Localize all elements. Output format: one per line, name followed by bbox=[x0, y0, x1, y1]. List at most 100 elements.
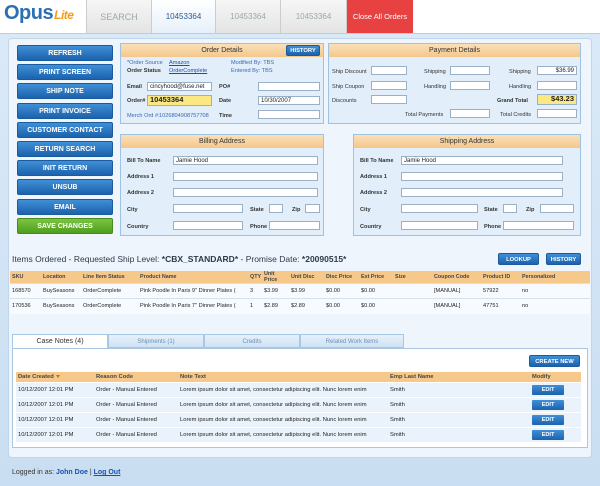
grand-total-field[interactable]: $43.23 bbox=[537, 94, 577, 105]
close-all-orders-button[interactable]: Close All Orders bbox=[346, 0, 413, 33]
date-field[interactable]: 10/30/2007 bbox=[258, 96, 320, 105]
table-row[interactable]: 10/12/2007 12:01 PM Order - Manual Enter… bbox=[16, 396, 581, 412]
shipping-zip-field[interactable] bbox=[540, 204, 574, 213]
shipping-country-field[interactable] bbox=[401, 221, 478, 230]
billing-state-field[interactable] bbox=[269, 204, 283, 213]
billing-address1-label: Address 1 bbox=[127, 174, 155, 180]
cell-personalized: no bbox=[520, 283, 590, 299]
discounts-field[interactable] bbox=[371, 95, 407, 104]
billing-address2-field[interactable] bbox=[173, 188, 318, 197]
order-history-button[interactable]: HISTORY bbox=[286, 45, 320, 56]
table-row[interactable]: 10/12/2007 12:01 PM Order - Manual Enter… bbox=[16, 411, 581, 427]
email-label: Email bbox=[127, 84, 142, 90]
payment-details-panel: Payment Details Ship Discount Shipping S… bbox=[328, 43, 581, 124]
app-logo: OpusLite bbox=[4, 2, 74, 24]
cell-location: BuySeasons bbox=[41, 283, 81, 299]
shipping-field[interactable]: $36.99 bbox=[537, 66, 577, 75]
table-row[interactable]: 10/12/2007 12:01 PM Order - Manual Enter… bbox=[16, 381, 581, 397]
ship-discount-field[interactable] bbox=[371, 66, 407, 75]
time-field[interactable] bbox=[258, 110, 320, 119]
shipping-name-label: Bill To Name bbox=[360, 158, 394, 164]
cell-emp: Smith bbox=[388, 426, 530, 442]
print-invoice-button[interactable]: PRINT INVOICE bbox=[17, 102, 113, 119]
shipping-state-field[interactable] bbox=[503, 204, 517, 213]
create-new-button[interactable]: CREATE NEW bbox=[529, 355, 580, 367]
time-label: Time bbox=[219, 113, 232, 119]
cell-date: 10/12/2007 12:01 PM bbox=[16, 396, 94, 412]
cell-emp: Smith bbox=[388, 411, 530, 427]
shipping-address1-field[interactable] bbox=[401, 172, 563, 181]
refresh-button[interactable]: REFRESH bbox=[17, 45, 113, 61]
order-source-link[interactable]: Amazon bbox=[169, 60, 190, 66]
billing-country-field[interactable] bbox=[173, 221, 243, 230]
cell-note: Lorem ipsum dolor sit amet, consectetur … bbox=[178, 411, 388, 427]
lookup-button[interactable]: LOOKUP bbox=[498, 253, 539, 265]
order-number-field[interactable]: 10453364 bbox=[147, 95, 212, 106]
edit-button[interactable]: EDIT bbox=[532, 384, 564, 395]
cell-note: Lorem ipsum dolor sit amet, consectetur … bbox=[178, 396, 388, 412]
col-modify: Modify bbox=[530, 372, 581, 382]
save-changes-button[interactable]: SAVE CHANGES bbox=[17, 217, 113, 234]
items-history-button[interactable]: HISTORY bbox=[546, 253, 581, 265]
handling-field[interactable] bbox=[537, 81, 577, 90]
email-field[interactable]: cincyhood@fuse.net bbox=[147, 82, 212, 91]
shipping-state-label: State bbox=[484, 207, 498, 213]
tab-order-active[interactable]: 10453364 bbox=[151, 0, 215, 33]
po-field[interactable] bbox=[258, 82, 320, 91]
cell-reason: Order - Manual Entered bbox=[94, 381, 178, 397]
billing-address1-field[interactable] bbox=[173, 172, 318, 181]
cell-coupon: [MANUAL] bbox=[432, 298, 481, 314]
billing-city-field[interactable] bbox=[173, 204, 243, 213]
shipping-name-field[interactable]: Jamie Hood bbox=[401, 156, 563, 165]
shipping-mid-field[interactable] bbox=[450, 66, 490, 75]
ship-note-button[interactable]: SHIP NOTE bbox=[17, 83, 113, 100]
email-button[interactable]: EMAIL bbox=[17, 198, 113, 215]
cell-ext-price: $0.00 bbox=[359, 283, 393, 299]
grand-total-label: Grand Total bbox=[497, 98, 528, 104]
edit-button[interactable]: EDIT bbox=[532, 429, 564, 440]
billing-zip-field[interactable] bbox=[305, 204, 320, 213]
billing-phone-field[interactable] bbox=[269, 221, 320, 230]
edit-button[interactable]: EDIT bbox=[532, 414, 564, 425]
return-search-button[interactable]: RETURN SEARCH bbox=[17, 140, 113, 157]
order-status-label: Order Status bbox=[127, 68, 161, 74]
order-details-panel: Order Details HISTORY *Order Source Amaz… bbox=[120, 43, 324, 124]
edit-button[interactable]: EDIT bbox=[532, 399, 564, 410]
shipping-address2-field[interactable] bbox=[401, 188, 563, 197]
shipping-address-title: Shipping Address bbox=[354, 135, 580, 148]
col-date-created[interactable]: Date Created bbox=[16, 372, 94, 382]
shipping-city-field[interactable] bbox=[401, 204, 478, 213]
tab-search[interactable]: SEARCH bbox=[86, 0, 151, 33]
tab-shipments[interactable]: Shipments (1) bbox=[108, 334, 204, 348]
billing-name-field[interactable]: Jamie Hood bbox=[173, 156, 318, 165]
billing-phone-label: Phone bbox=[250, 224, 268, 230]
tab-related-work-items[interactable]: Related Work Items bbox=[300, 334, 404, 348]
init-return-button[interactable]: INIT RETURN bbox=[17, 160, 113, 177]
handling-mid-field[interactable] bbox=[450, 81, 490, 90]
cell-line-status: OrderComplete bbox=[81, 283, 138, 299]
logout-link[interactable]: Log Out bbox=[94, 469, 121, 476]
total-payments-field[interactable] bbox=[450, 109, 490, 118]
col-reason-code: Reason Code bbox=[94, 372, 178, 382]
cell-size bbox=[393, 298, 432, 314]
user-name: John Doe bbox=[55, 469, 88, 476]
col-ext-price: Ext Price bbox=[359, 271, 393, 284]
table-row[interactable]: 170536 BuySeasons OrderComplete Pink Poo… bbox=[10, 298, 590, 314]
shipping-phone-label: Phone bbox=[484, 224, 502, 230]
tab-case-notes[interactable]: Case Notes (4) bbox=[12, 334, 108, 348]
tab-order-3[interactable]: 10453364 bbox=[280, 0, 346, 33]
table-row[interactable]: 168570 BuySeasons OrderComplete Pink Poo… bbox=[10, 283, 590, 299]
col-unit-disc: Unit Disc bbox=[289, 271, 324, 284]
sort-desc-icon bbox=[55, 374, 60, 378]
shipping-phone-field[interactable] bbox=[503, 221, 574, 230]
total-credits-field[interactable] bbox=[537, 109, 577, 118]
customer-contact-button[interactable]: CUSTOMER CONTACT bbox=[17, 121, 113, 138]
print-screen-button[interactable]: PRINT SCREEN bbox=[17, 64, 113, 81]
cell-sku: 170536 bbox=[10, 298, 41, 314]
tab-credits[interactable]: Credits bbox=[204, 334, 300, 348]
unsub-button[interactable]: UNSUB bbox=[17, 179, 113, 196]
tab-order-2[interactable]: 10453364 bbox=[215, 0, 280, 33]
table-row[interactable]: 10/12/2007 12:01 PM Order - Manual Enter… bbox=[16, 426, 581, 442]
ship-coupon-field[interactable] bbox=[371, 81, 407, 90]
order-status-link[interactable]: OrderComplete bbox=[169, 68, 207, 74]
